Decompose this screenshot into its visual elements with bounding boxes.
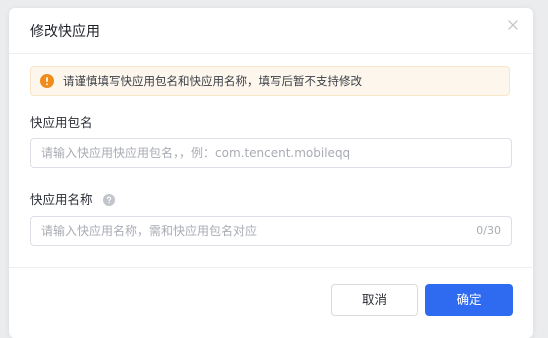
cancel-button[interactable]: 取消 bbox=[331, 284, 418, 316]
question-icon[interactable] bbox=[102, 194, 115, 206]
header-divider bbox=[9, 53, 533, 54]
package-name-label-text: 快应用包名 bbox=[30, 115, 93, 130]
warning-icon bbox=[40, 74, 54, 88]
warning-text: 请谨慎填写快应用包名和快应用名称，填写后暂不支持修改 bbox=[63, 74, 362, 88]
package-name-label: 快应用包名 bbox=[30, 114, 93, 132]
char-counter: 0/30 bbox=[476, 224, 501, 237]
dialog-title: 修改快应用 bbox=[30, 24, 100, 40]
app-name-label: 快应用名称 bbox=[30, 191, 115, 209]
app-name-field[interactable]: 0/30 bbox=[30, 216, 512, 246]
close-icon bbox=[508, 20, 518, 30]
warning-alert: 请谨慎填写快应用包名和快应用名称，填写后暂不支持修改 bbox=[30, 66, 510, 96]
package-name-input[interactable] bbox=[31, 139, 511, 167]
app-name-label-text: 快应用名称 bbox=[30, 192, 93, 207]
footer-divider bbox=[9, 267, 533, 268]
close-button[interactable] bbox=[505, 17, 521, 33]
edit-quickapp-dialog: 修改快应用 请谨慎填写快应用包名和快应用名称，填写后暂不支持修改 快应用包名 快… bbox=[9, 8, 533, 338]
confirm-button[interactable]: 确定 bbox=[425, 284, 513, 316]
package-name-field[interactable] bbox=[30, 138, 512, 168]
app-name-input[interactable] bbox=[31, 217, 511, 245]
